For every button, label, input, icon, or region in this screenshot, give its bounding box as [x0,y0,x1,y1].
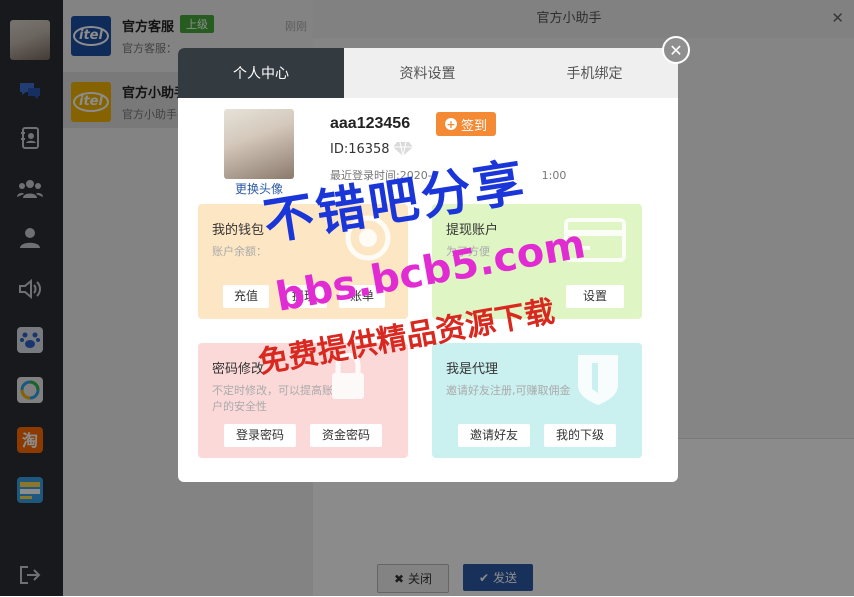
modal-tabs: 个人中心 资料设置 手机绑定 [178,48,678,98]
user-id: ID:16358 [330,142,390,157]
password-title: 密码修改 [212,362,265,377]
invite-friends-button[interactable]: 邀请好友 [458,424,530,447]
tab-phone-binding[interactable]: 手机绑定 [511,48,678,98]
tab-personal-center[interactable]: 个人中心 [178,48,344,98]
diamond-icon [392,141,414,160]
modal-close-icon[interactable]: ✕ [662,36,690,64]
profile-avatar [224,109,294,179]
password-desc: 不定时修改，可以提高账户的安全性 [212,384,333,413]
agent-card: 我是代理 邀请好友注册,可赚取佣金 邀请好友 我的下级 [432,343,642,458]
fund-password-button[interactable]: 资金密码 [310,424,382,447]
my-subordinates-button[interactable]: 我的下级 [544,424,616,447]
shield-icon [576,353,620,410]
set-account-button[interactable]: 设置 [566,285,624,308]
recharge-button[interactable]: 充值 [223,285,269,308]
signin-button[interactable]: + 签到 [436,112,496,136]
login-password-button[interactable]: 登录密码 [224,424,296,447]
wallet-title: 我的钱包 [212,223,265,238]
agent-title: 我是代理 [446,362,499,377]
agent-desc: 邀请好友注册,可赚取佣金 [446,384,571,397]
tab-profile-settings[interactable]: 资料设置 [344,48,511,98]
username: aaa123456 [330,115,411,132]
plus-icon: + [444,117,457,131]
